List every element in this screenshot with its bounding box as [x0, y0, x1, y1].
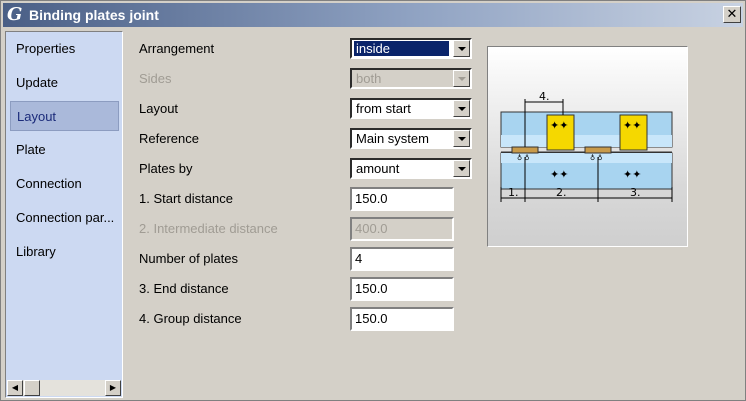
hook-icon: ♁ ♁: [590, 154, 602, 162]
scroll-right-button[interactable]: ▶: [105, 380, 121, 396]
title-bar: G Binding plates joint ✕: [3, 3, 743, 27]
app-logo-icon: G: [7, 4, 23, 25]
layout-label: Layout: [139, 101, 179, 116]
hook-icon: ♁ ♁: [517, 154, 529, 162]
layout-select[interactable]: from start: [350, 98, 472, 119]
bolt-icon: ✦✦: [623, 168, 641, 181]
end-distance-label: 3. End distance: [139, 281, 229, 296]
sidebar-item-properties[interactable]: Properties: [10, 34, 119, 64]
sidebar-item-connection-parameters[interactable]: Connection par...: [10, 203, 119, 233]
sidebar-item-update[interactable]: Update: [10, 68, 119, 98]
reference-select[interactable]: Main system: [350, 128, 472, 149]
intermediate-distance-input: 400.0: [350, 217, 454, 241]
layout-value: from start: [356, 101, 411, 116]
group-dimension-label: 4.: [539, 90, 550, 103]
window-title: Binding plates joint: [29, 7, 159, 23]
scroll-left-button[interactable]: ◀: [7, 380, 23, 396]
start-dimension-label: 1.: [508, 186, 519, 199]
sides-select: both: [350, 68, 472, 89]
close-button[interactable]: ✕: [723, 6, 741, 23]
sidebar-item-plate[interactable]: Plate: [10, 135, 119, 165]
scroll-thumb[interactable]: [24, 380, 40, 396]
group-distance-input[interactable]: 150.0: [350, 307, 454, 331]
intermediate-distance-label: 2. Intermediate distance: [139, 221, 278, 236]
reference-value: Main system: [356, 131, 429, 146]
binding-plates-diagram: ✦✦ ✦✦ ✦✦ ✦✦ ♁ ♁ ♁ ♁ 4. 1. 2. 3.: [500, 90, 673, 202]
sidebar-horizontal-scrollbar[interactable]: ◀ ▶: [7, 380, 121, 396]
number-of-plates-label: Number of plates: [139, 251, 238, 266]
layout-preview-image: ✦✦ ✦✦ ✦✦ ✦✦ ♁ ♁ ♁ ♁ 4. 1. 2. 3.: [487, 46, 688, 247]
chevron-down-icon[interactable]: [453, 100, 470, 117]
connector-bar-2: [584, 146, 612, 154]
plates-by-label: Plates by: [139, 161, 193, 176]
bolt-icon: ✦✦: [550, 168, 568, 181]
bolt-icon: ✦✦: [550, 119, 568, 132]
connector-bar-1: [511, 146, 539, 154]
chevron-down-icon[interactable]: [453, 160, 470, 177]
group-distance-label: 4. Group distance: [139, 311, 242, 326]
arrangement-value: inside: [353, 40, 450, 57]
end-distance-input[interactable]: 150.0: [350, 277, 454, 301]
sidebar-nav: Properties Update Layout Plate Connectio…: [5, 31, 123, 398]
start-distance-label: 1. Start distance: [139, 191, 233, 206]
sides-value: both: [356, 71, 382, 86]
start-distance-input[interactable]: 150.0: [350, 187, 454, 211]
arrangement-label: Arrangement: [139, 41, 215, 56]
plates-by-value: amount: [356, 161, 400, 176]
sidebar-item-connection[interactable]: Connection: [10, 169, 119, 199]
chevron-down-icon[interactable]: [453, 40, 470, 57]
bolt-icon: ✦✦: [623, 119, 641, 132]
chevron-down-icon[interactable]: [453, 130, 470, 147]
reference-label: Reference: [139, 131, 199, 146]
plates-by-select[interactable]: amount: [350, 158, 472, 179]
sides-label: Sides: [139, 71, 172, 86]
chevron-down-icon: [453, 70, 470, 87]
number-of-plates-input[interactable]: 4: [350, 247, 454, 271]
intermediate-dimension-label: 2.: [556, 186, 567, 199]
end-dimension-label: 3.: [630, 186, 641, 199]
sidebar-item-layout[interactable]: Layout: [10, 101, 119, 131]
arrangement-select[interactable]: inside: [350, 38, 472, 59]
dialog-window: G Binding plates joint ✕ Properties Upda…: [0, 0, 746, 401]
sidebar-item-library[interactable]: Library: [10, 237, 119, 267]
